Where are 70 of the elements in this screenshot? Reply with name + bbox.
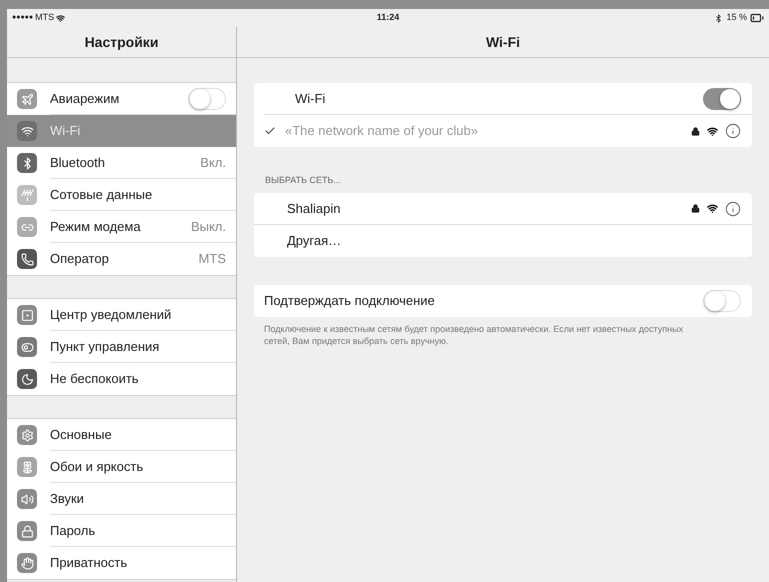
sidebar-item[interactable]: Пароль (7, 515, 236, 547)
item-label: Авиарежим (50, 90, 120, 108)
toggle-switch[interactable] (188, 88, 226, 110)
sidebar-item[interactable]: Основные (7, 419, 236, 451)
item-label: Bluetooth (50, 154, 106, 172)
item-label: Wi-Fi (50, 122, 82, 140)
flower-icon (17, 457, 37, 477)
footnote-text: Подключение к известным сетям будет произведено автоматически. Если нет известных доступных сетей, Вам придется выбрать сеть вручную. (264, 323, 684, 347)
wifi-icon (707, 126, 718, 136)
item-label: Пароль (50, 522, 96, 540)
wifi-icon (17, 121, 37, 141)
item-label: Пункт управления (50, 338, 160, 356)
network-row[interactable]: Другая… (254, 225, 752, 257)
antenna-icon (17, 185, 37, 205)
page-title: Wi-Fi (486, 32, 520, 52)
notification-icon (17, 305, 37, 325)
lock-icon (691, 204, 700, 213)
sidebar-item[interactable]: Bluetooth Вкл. (7, 147, 236, 179)
info-icon[interactable] (725, 200, 741, 216)
battery-icon (750, 11, 764, 25)
wifi-icon (56, 14, 66, 22)
toggle-switch[interactable] (703, 88, 741, 110)
item-label: Оператор (50, 250, 110, 268)
speaker-icon (17, 489, 37, 509)
sidebar-item[interactable]: Звуки (7, 483, 236, 515)
network-name: Другая… (287, 232, 342, 250)
toggle-switch[interactable] (703, 290, 741, 312)
sidebar-item[interactable]: Сотовые данные (7, 179, 236, 211)
lock-icon (17, 521, 37, 541)
sidebar-item[interactable]: Оператор MTS (7, 243, 236, 275)
item-value: Вкл. (200, 154, 226, 172)
sidebar-item[interactable]: Приватность (7, 547, 236, 579)
item-value: MTS (198, 250, 226, 268)
phone-icon (17, 249, 37, 269)
sidebar-item[interactable]: Центр уведомлений (7, 299, 236, 331)
toggles-icon (17, 337, 37, 357)
sidebar-item[interactable]: Пункт управления (7, 331, 236, 363)
item-label: Звуки (50, 490, 85, 508)
lock-icon (691, 126, 700, 136)
item-label: Обои и яркость (50, 458, 144, 476)
ask-to-join-label: Подтверждать подключение (264, 292, 436, 310)
moon-icon (17, 369, 37, 389)
info-icon[interactable] (725, 123, 741, 139)
hand-icon (17, 553, 37, 573)
network-name: «The network name of your club» (285, 122, 479, 140)
check-icon (264, 125, 276, 137)
item-label: Основные (50, 426, 113, 444)
bluetooth-icon (17, 153, 37, 173)
network-name: Shaliapin (287, 200, 342, 218)
item-label: Приватность (50, 554, 128, 572)
item-label: Режим модема (50, 218, 142, 236)
wifi-label: Wi-Fi (295, 90, 326, 108)
sidebar-item[interactable]: Обои и яркость (7, 451, 236, 483)
item-label: Сотовые данные (50, 186, 154, 204)
sidebar-title: Настройки (84, 32, 158, 52)
section-header: ВЫБРАТЬ СЕТЬ... (265, 174, 342, 186)
battery-percent: 15 % (726, 11, 747, 24)
airplane-icon (17, 89, 37, 109)
sidebar-item[interactable]: Режим модема Выкл. (7, 211, 236, 243)
item-label: Центр уведомлений (50, 306, 172, 324)
item-value: Выкл. (190, 218, 226, 236)
settings-icon (17, 425, 37, 445)
link-icon (17, 217, 37, 237)
wifi-icon (707, 203, 718, 214)
bluetooth-icon (714, 14, 724, 22)
item-label: Не беспокоить (50, 370, 140, 388)
sidebar-item[interactable]: Не беспокоить (7, 363, 236, 395)
carrier-name: MTS (35, 11, 54, 24)
clock-time: 11:24 (376, 11, 400, 24)
network-row[interactable]: Shaliapin (254, 193, 752, 225)
